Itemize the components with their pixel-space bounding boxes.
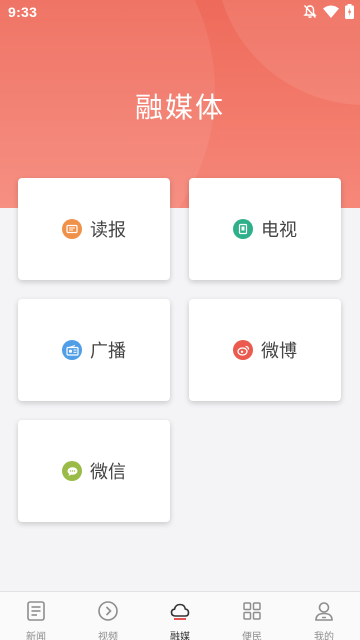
profile-icon <box>313 600 335 626</box>
wechat-icon <box>62 461 82 481</box>
cloud-icon <box>169 600 191 626</box>
tab-label: 便民 <box>242 632 262 640</box>
video-icon <box>97 600 119 626</box>
page-title: 融媒体 <box>134 91 225 124</box>
news-icon <box>25 600 47 626</box>
tile-label: 微博 <box>261 341 297 362</box>
tab-label: 视频 <box>98 632 118 640</box>
tv-icon <box>233 219 253 239</box>
tab-label: 我的 <box>314 632 334 640</box>
tile-tv[interactable]: 电视 <box>189 178 341 280</box>
tile-label: 微信 <box>90 462 126 483</box>
battery-icon <box>345 4 354 19</box>
tile-label: 电视 <box>261 220 297 241</box>
tab-label: 融媒 <box>170 632 190 640</box>
radio-icon <box>62 340 82 360</box>
wifi-icon <box>323 5 339 18</box>
grid-icon <box>241 600 263 626</box>
tab-video[interactable]: 视频 <box>72 592 144 640</box>
notifications-off-icon <box>303 4 317 19</box>
tab-media[interactable]: 融媒 <box>144 592 216 640</box>
status-time: 9:33 <box>8 4 38 20</box>
tab-services[interactable]: 便民 <box>216 592 288 640</box>
tab-news[interactable]: 新闻 <box>0 592 72 640</box>
tile-radio[interactable]: 广播 <box>18 299 170 401</box>
status-bar: 9:33 <box>0 0 360 24</box>
tile-label: 读报 <box>90 220 126 241</box>
bottom-tab-bar: 新闻 视频 融媒 便民 我的 <box>0 591 360 640</box>
status-icons <box>303 4 354 19</box>
tab-label: 新闻 <box>26 632 46 640</box>
tile-label: 广播 <box>90 341 126 362</box>
newspaper-icon <box>62 219 82 239</box>
tab-profile[interactable]: 我的 <box>288 592 360 640</box>
weibo-icon <box>233 340 253 360</box>
tile-wechat[interactable]: 微信 <box>18 420 170 522</box>
tile-weibo[interactable]: 微博 <box>189 299 341 401</box>
tile-read-newspaper[interactable]: 读报 <box>18 178 170 280</box>
